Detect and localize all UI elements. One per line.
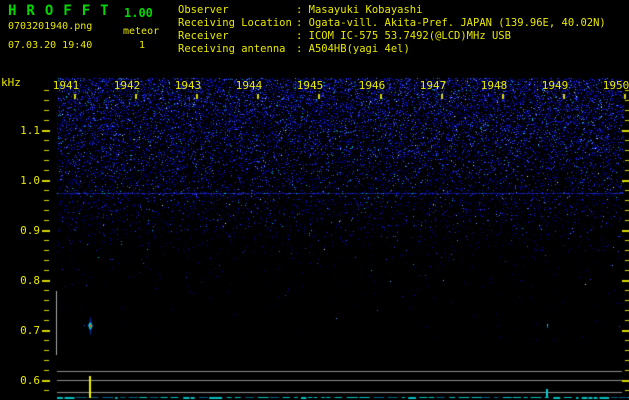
- time-tick-label: 1947: [419, 79, 447, 92]
- app-version: 1.00: [124, 6, 153, 20]
- freq-tick-label: 0.7: [20, 324, 40, 337]
- station-info-value: : Masayuki Kobayashi: [296, 4, 423, 16]
- time-tick-label: 1942: [113, 79, 141, 92]
- station-info-row: Observer : Masayuki Kobayashi: [178, 4, 606, 17]
- time-tick-label: 1950: [602, 79, 629, 92]
- app-title: HROFFT: [8, 3, 119, 19]
- time-tick-label: 1944: [235, 79, 263, 92]
- station-info-row: Receiving antenna : A504HB(yagi 4el): [178, 43, 606, 56]
- station-info-label: Receiver: [178, 30, 229, 42]
- station-info-row: Receiver : ICOM IC-575 53.7492(@LCD)MHz U…: [178, 30, 606, 43]
- station-info-value: : ICOM IC-575 53.7492(@LCD)MHz USB: [296, 30, 511, 42]
- station-info-label: Receiving Location: [178, 17, 292, 29]
- station-info-block: Observer: Masayuki Kobayashi Receiving Lo…: [178, 4, 606, 56]
- time-tick-label: 1948: [480, 79, 508, 92]
- time-tick-label: 1941: [52, 79, 80, 92]
- station-info-label: Observer: [178, 4, 229, 16]
- freq-tick-label: 1.0: [20, 174, 40, 187]
- capture-datetime: 07.03.20 19:40: [8, 40, 93, 51]
- freq-tick-label: 0.6: [20, 374, 40, 387]
- meteor-counter-label: meteor: [123, 26, 160, 37]
- time-tick-label: 1949: [541, 79, 569, 92]
- station-info-value: : A504HB(yagi 4el): [296, 43, 410, 55]
- freq-tick-label: 1.1: [20, 124, 40, 137]
- meteor-count-value: 1: [139, 40, 146, 51]
- hrofft-output-image: HROFFT 1.00 0703201940.png meteor 1 07.0…: [0, 0, 629, 400]
- station-info-value: : Ogata-vill. Akita-Pref. JAPAN (139.96E…: [296, 17, 606, 29]
- freq-tick-label: 0.9: [20, 224, 40, 237]
- time-tick-label: 1946: [358, 79, 386, 92]
- freq-tick-label: 0.8: [20, 274, 40, 287]
- station-info-label: Receiving antenna: [178, 43, 286, 55]
- spectrogram-canvas: [0, 0, 629, 400]
- station-info-row: Receiving Location : Ogata-vill. Akita-Pr…: [178, 17, 606, 30]
- time-tick-label: 1943: [174, 79, 202, 92]
- freq-axis-unit-label: kHz: [1, 76, 21, 89]
- capture-filename: 0703201940.png: [8, 21, 93, 32]
- time-tick-label: 1945: [296, 79, 324, 92]
